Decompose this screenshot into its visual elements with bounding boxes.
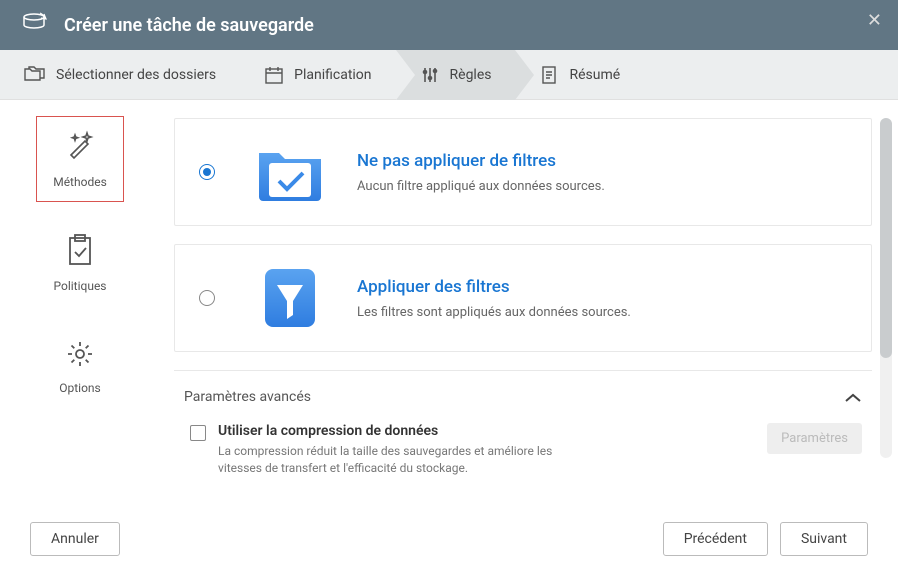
funnel-icon xyxy=(255,267,325,329)
option-title: Ne pas appliquer de filtres xyxy=(357,151,847,171)
compression-desc: La compression réduit la taille des sauv… xyxy=(218,443,588,477)
summary-icon xyxy=(539,65,559,85)
tab-label: Planification xyxy=(294,67,371,83)
compression-params-button: Paramètres xyxy=(767,423,862,454)
wand-icon xyxy=(63,129,97,167)
folder-check-icon xyxy=(255,141,325,203)
close-icon[interactable]: ✕ xyxy=(867,10,882,31)
sidebar-item-policies[interactable]: Politiques xyxy=(36,220,124,306)
tab-label: Règles xyxy=(450,67,492,83)
tab-schedule[interactable]: Planification xyxy=(240,50,395,100)
window-title: Créer une tâche de sauvegarde xyxy=(64,15,314,36)
scrollbar-thumb[interactable] xyxy=(880,118,892,358)
cancel-button[interactable]: Annuler xyxy=(30,522,120,556)
scrollbar[interactable] xyxy=(880,118,892,458)
sidebar-item-label: Politiques xyxy=(53,279,106,293)
compression-label: Utiliser la compression de données xyxy=(218,423,755,439)
sidebar: Méthodes Politiques Options xyxy=(0,100,160,508)
tab-label: Sélectionner des dossiers xyxy=(56,67,216,83)
next-button[interactable]: Suivant xyxy=(780,522,868,556)
advanced-header[interactable]: Paramètres avancés xyxy=(184,385,862,409)
sidebar-item-label: Méthodes xyxy=(53,175,107,189)
sliders-icon xyxy=(420,65,440,85)
tab-summary[interactable]: Résumé xyxy=(515,50,644,100)
footer: Annuler Précédent Suivant xyxy=(0,508,898,568)
tab-label: Résumé xyxy=(569,67,620,83)
chevron-up-icon xyxy=(844,385,862,409)
folders-icon xyxy=(24,65,46,85)
radio-no-filter[interactable] xyxy=(199,164,215,180)
advanced-title: Paramètres avancés xyxy=(184,389,311,405)
window-header: Créer une tâche de sauvegarde ✕ xyxy=(0,0,898,50)
option-apply-filter[interactable]: Appliquer des filtres Les filtres sont a… xyxy=(174,244,872,352)
clipboard-check-icon xyxy=(65,233,95,271)
tab-select-folders[interactable]: Sélectionner des dossiers xyxy=(0,50,240,100)
sidebar-item-methods[interactable]: Méthodes xyxy=(36,116,124,202)
option-title: Appliquer des filtres xyxy=(357,277,847,297)
tab-rules[interactable]: Règles xyxy=(396,50,516,100)
option-desc: Aucun filtre appliqué aux données source… xyxy=(357,179,847,194)
option-desc: Les filtres sont appliqués aux données s… xyxy=(357,305,847,320)
calendar-icon xyxy=(264,65,284,85)
advanced-section: Paramètres avancés Utiliser la compressi… xyxy=(174,370,872,481)
backup-icon xyxy=(20,11,48,39)
sidebar-item-options[interactable]: Options xyxy=(36,324,124,410)
sidebar-item-label: Options xyxy=(59,381,101,395)
compression-checkbox[interactable] xyxy=(190,425,206,441)
wizard-tabs: Sélectionner des dossiers Planification … xyxy=(0,50,898,100)
option-no-filter[interactable]: Ne pas appliquer de filtres Aucun filtre… xyxy=(174,118,872,226)
gear-icon xyxy=(65,339,95,373)
previous-button[interactable]: Précédent xyxy=(663,522,768,556)
radio-apply-filter[interactable] xyxy=(199,290,215,306)
